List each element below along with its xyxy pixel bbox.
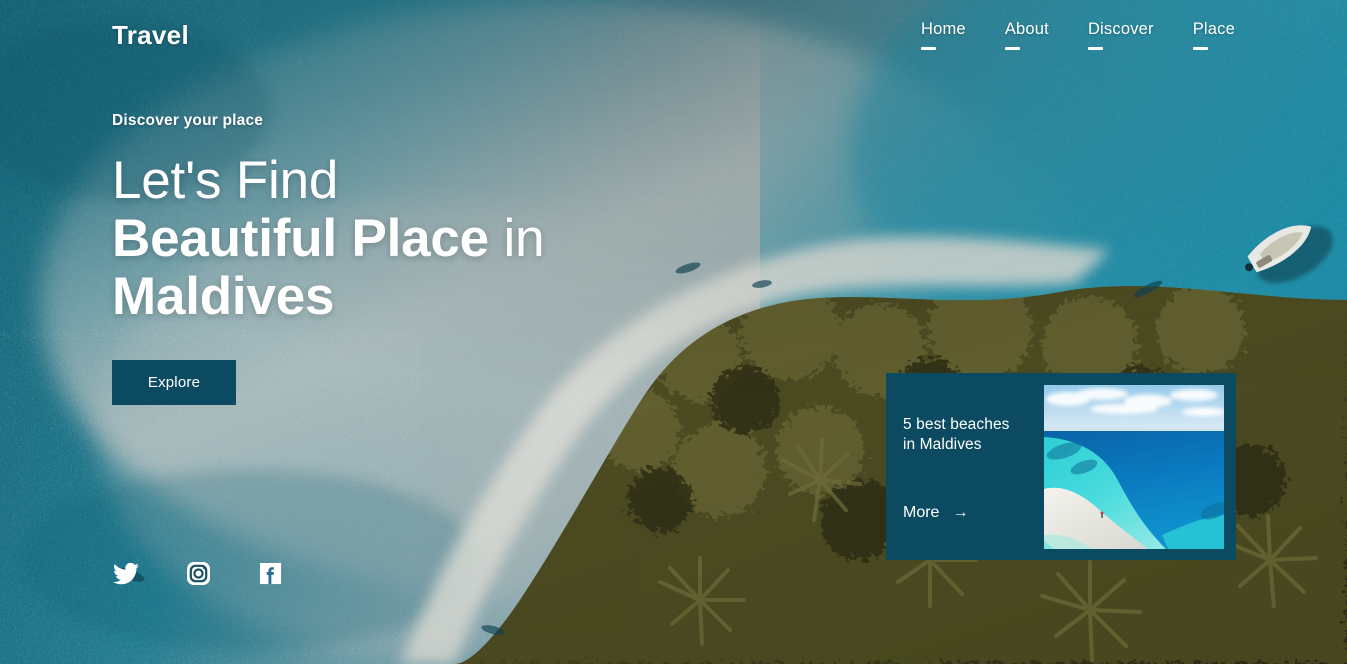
hero-title-line-1: Let's Find	[112, 151, 339, 210]
facebook-icon	[259, 562, 282, 590]
promo-card[interactable]: 5 best beaches in Maldives More →	[886, 373, 1236, 560]
hero-eyebrow: Discover your place	[112, 112, 264, 129]
twitter-icon	[113, 562, 139, 590]
promo-text-column: 5 best beaches in Maldives More →	[886, 373, 1044, 560]
nav-item-discover[interactable]: Discover	[1087, 20, 1154, 50]
instagram-link[interactable]	[182, 560, 214, 592]
hero-title-line-2-rest: in	[488, 209, 545, 268]
nav-list: Home About Discover Place	[920, 20, 1235, 50]
brand-logo[interactable]: Travel	[112, 20, 189, 51]
hero-section: Discover your place Let's Find Beautiful…	[112, 112, 752, 405]
site-header: Travel Home About Discover Place	[0, 0, 1347, 70]
facebook-link[interactable]	[254, 560, 286, 592]
promo-title-line-2: in Maldives	[903, 436, 982, 453]
hero-title-line-2-bold: Beautiful Place	[112, 209, 489, 268]
arrow-right-icon: →	[952, 504, 969, 521]
nav-item-home[interactable]: Home	[920, 20, 966, 50]
explore-button[interactable]: Explore	[112, 360, 236, 405]
nav-item-about[interactable]: About	[1004, 20, 1049, 50]
nav-item-place[interactable]: Place	[1192, 20, 1235, 50]
landing-page: Travel Home About Discover Place Discove…	[0, 0, 1347, 664]
promo-more-link[interactable]: More →	[903, 504, 1044, 522]
main-navigation: Home About Discover Place	[920, 20, 1235, 50]
promo-thumbnail-image	[1044, 385, 1224, 549]
page-title: Let's Find Beautiful Place in Maldives	[112, 152, 752, 326]
promo-card-title: 5 best beaches in Maldives	[903, 415, 1044, 455]
promo-more-label: More	[903, 504, 940, 521]
social-links	[110, 560, 286, 592]
hero-title-line-3-bold: Maldives	[112, 267, 335, 326]
instagram-icon	[186, 561, 211, 591]
promo-title-line-1: 5 best beaches	[903, 416, 1010, 433]
twitter-link[interactable]	[110, 560, 142, 592]
